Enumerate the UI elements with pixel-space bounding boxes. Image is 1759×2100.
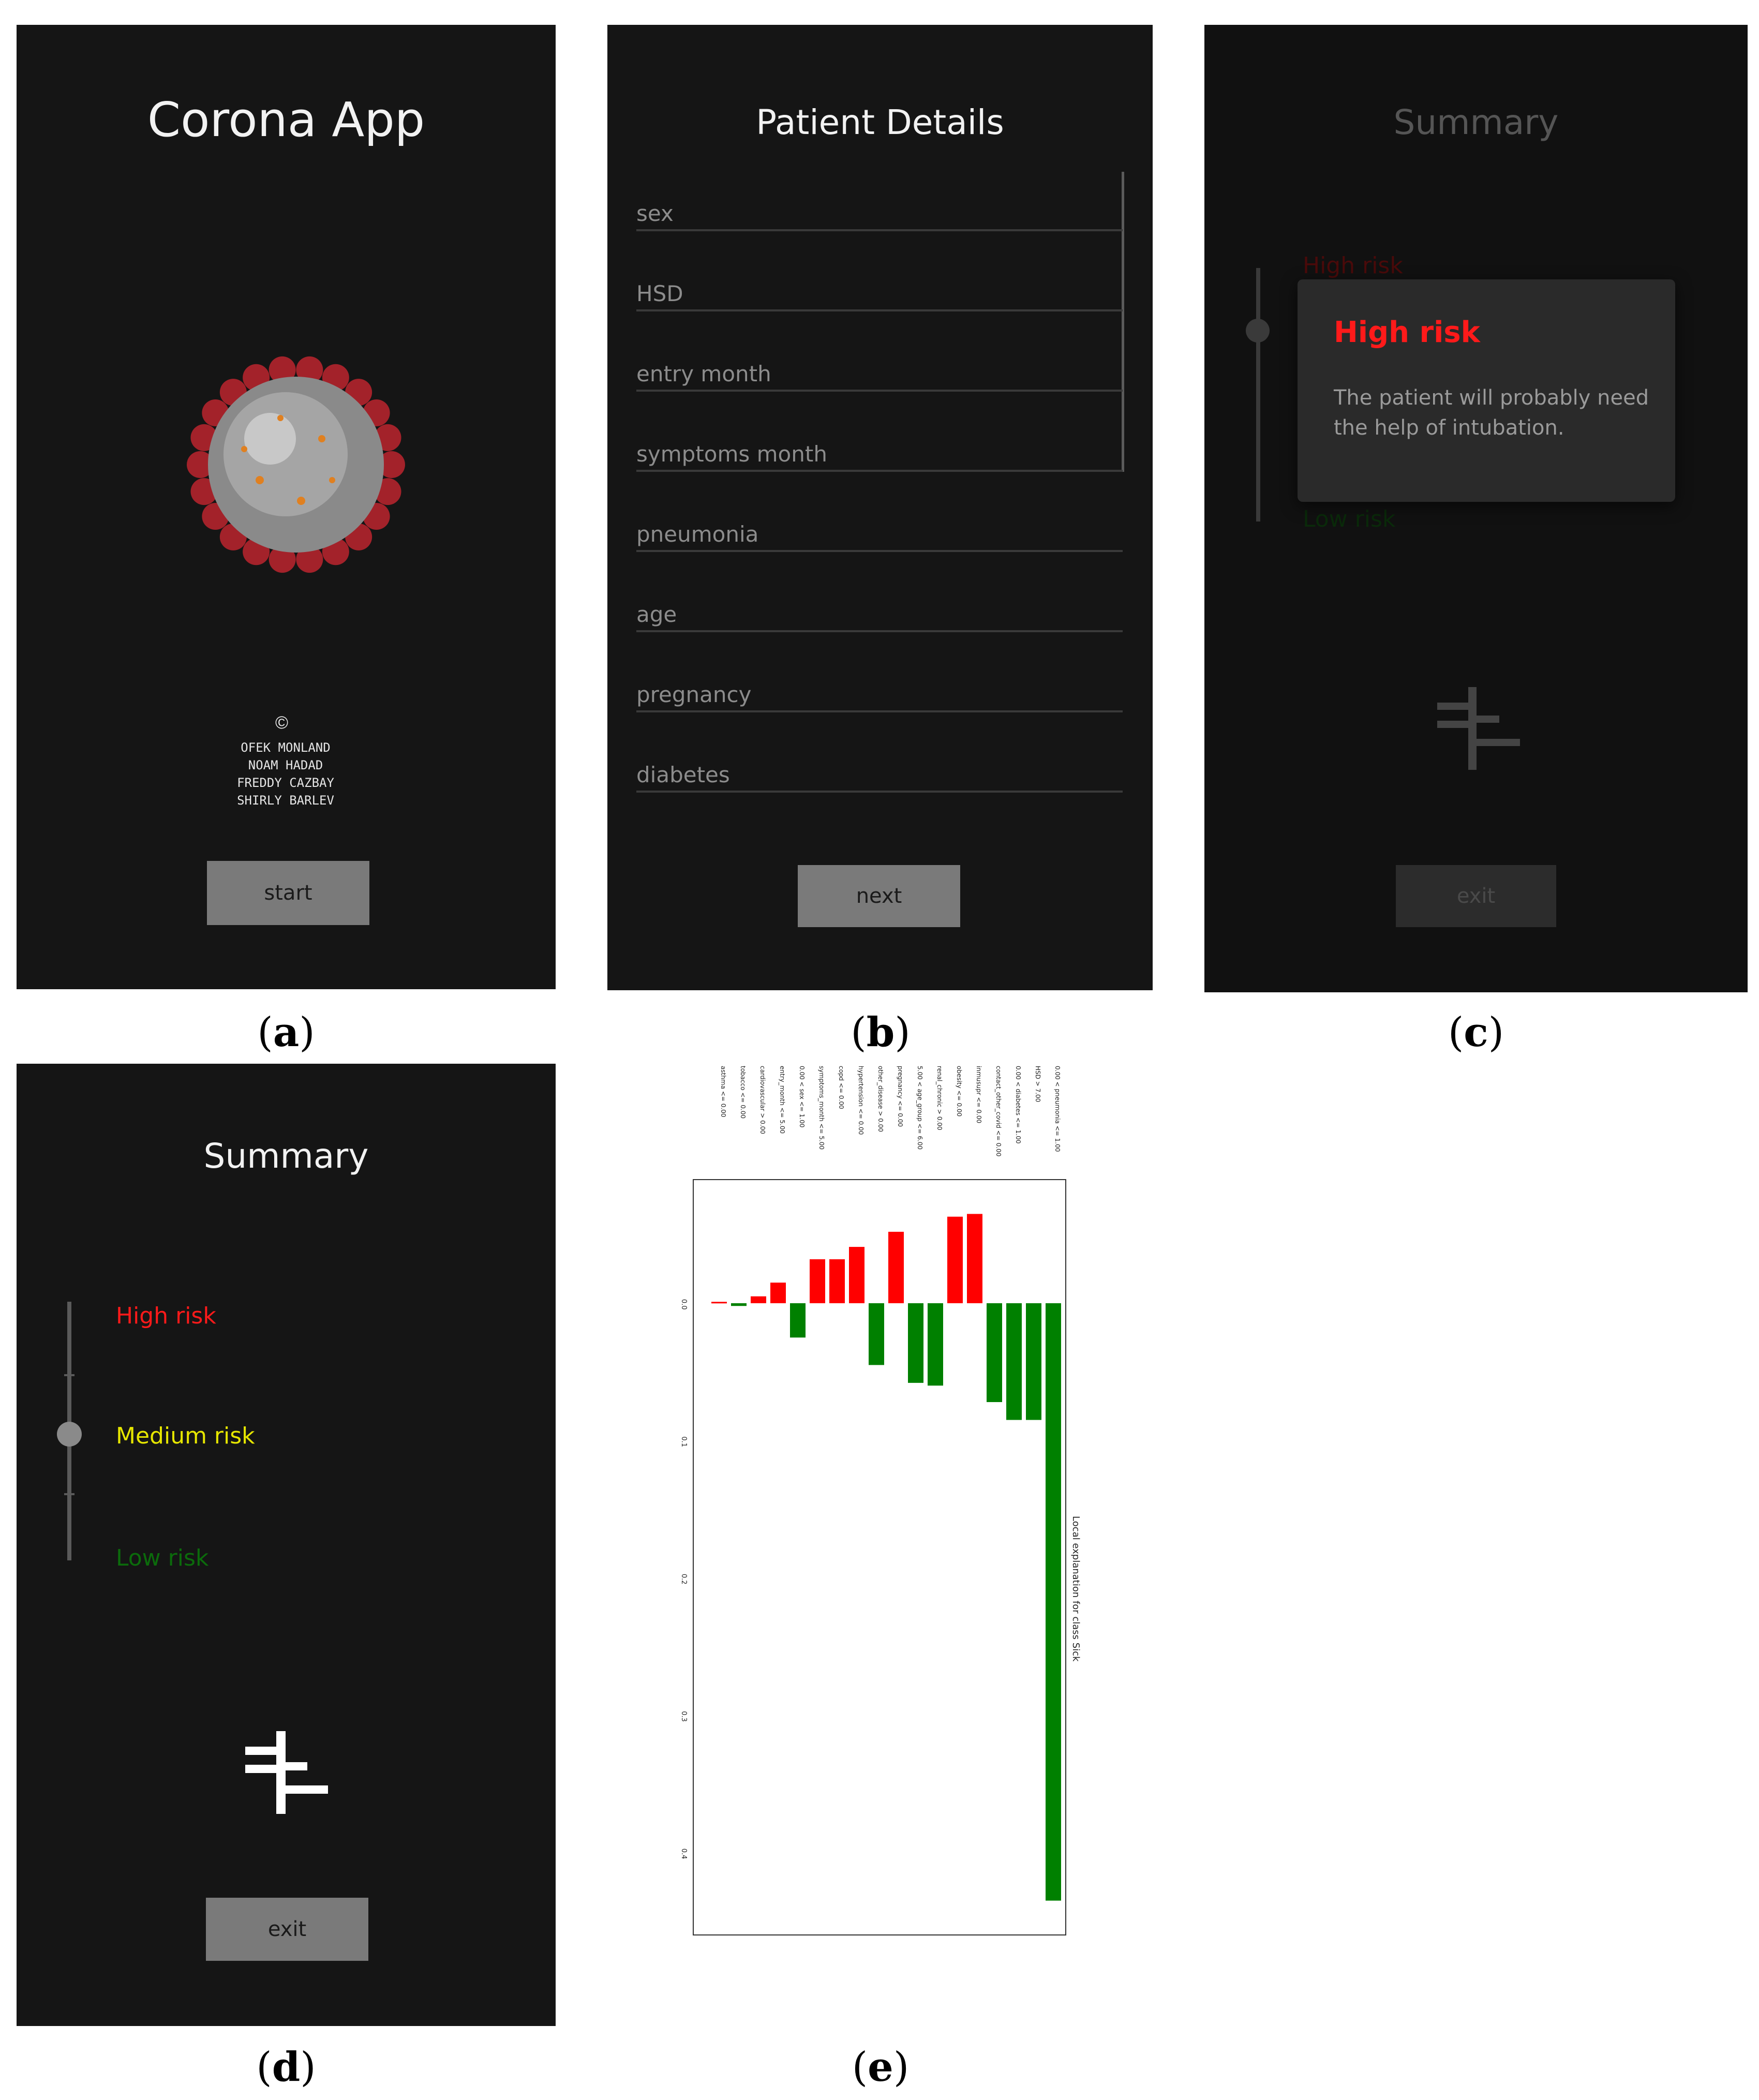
category-label: HSD > 7.00 (1034, 1066, 1041, 1102)
chart-bar (810, 1259, 825, 1303)
app-title: Corona App (147, 92, 425, 147)
category-label: hypertension <= 0.00 (857, 1066, 864, 1135)
page-title: Patient Details (756, 102, 1004, 142)
tick-label: 0.0 (680, 1299, 688, 1310)
chart-bar (987, 1303, 1002, 1403)
credit-line: OFEK MONLAND (241, 740, 331, 755)
category-label: copd <= 0.00 (838, 1066, 845, 1109)
category-label: 0.00 < diabetes <= 1.00 (1015, 1066, 1022, 1144)
tick-label: 0.4 (680, 1849, 688, 1859)
tick-label: 0.1 (680, 1436, 688, 1447)
medium-risk-label: Medium risk (116, 1423, 255, 1449)
category-label: obesity <= 0.00 (956, 1066, 963, 1116)
credits-list: OFEK MONLAND NOAM HADAD FREDDY CAZBAY SH… (192, 739, 379, 809)
caption-c: (c) (1448, 1009, 1504, 1056)
page-title: Summary (1393, 102, 1559, 142)
chart-bar (1006, 1303, 1022, 1420)
field-age[interactable]: age (636, 602, 1123, 632)
credit-line: NOAM HADAD (248, 758, 323, 772)
chart-bar (829, 1259, 845, 1303)
chart-bar (967, 1214, 982, 1303)
copyright-icon: © (275, 713, 289, 733)
exit-button[interactable]: exit (1396, 865, 1556, 927)
risk-icon (1437, 687, 1520, 772)
screen-summary: Summary High risk Medium risk Low risk e… (17, 1064, 556, 2026)
category-label: pregnancy <= 0.00 (897, 1066, 904, 1127)
category-label: cardiovascular > 0.00 (759, 1066, 766, 1134)
category-label: renal_chronic > 0.00 (936, 1066, 943, 1130)
tick-label: 0.3 (680, 1711, 688, 1722)
chart-bar (928, 1303, 943, 1386)
caption-e: (e) (852, 2044, 910, 2091)
slider-thumb[interactable] (1246, 319, 1270, 342)
category-label: entry_month <= 5.00 (779, 1066, 786, 1134)
start-button[interactable]: start (207, 861, 369, 925)
caption-b: (b) (851, 1009, 911, 1056)
slider-tick (64, 1374, 74, 1376)
field-symptoms-month[interactable]: symptoms month (636, 441, 1123, 472)
field-pregnancy[interactable]: pregnancy (636, 682, 1123, 712)
caption-d: (d) (256, 2044, 316, 2091)
y-axis-label: Local explanation for class Sick (1070, 1516, 1081, 1662)
chart-bar (869, 1303, 884, 1365)
chart-bar (731, 1303, 747, 1306)
dialog-message: The patient will probably need the help … (1334, 386, 1649, 440)
field-pneumonia[interactable]: pneumonia (636, 522, 1123, 552)
field-sex[interactable]: sex (636, 201, 1123, 231)
chart-bar (790, 1303, 806, 1338)
exit-button[interactable]: exit (206, 1898, 368, 1961)
screen-summary-dialog: Summary High risk Low risk exit High ris… (1204, 25, 1748, 992)
credit-line: FREDDY CAZBAY (237, 776, 334, 790)
chart-bar (1046, 1303, 1061, 1901)
slider-tick (64, 1493, 74, 1495)
chart-bar (849, 1247, 864, 1303)
category-label: symptoms_month <= 5.00 (818, 1066, 825, 1150)
next-button[interactable]: next (798, 865, 960, 927)
credit-line: SHIRLY BARLEV (237, 793, 334, 808)
field-diabetes[interactable]: diabetes (636, 762, 1123, 793)
chart-bar (947, 1216, 963, 1303)
chart-bar (908, 1303, 923, 1383)
chart-bar (1026, 1303, 1041, 1420)
chart-bar (888, 1231, 904, 1303)
field-entry-month[interactable]: entry month (636, 361, 1123, 392)
category-label: tobacco <= 0.00 (739, 1066, 747, 1119)
high-risk-label: High risk (116, 1303, 216, 1329)
risk-dialog: High risk The patient will probably need… (1298, 279, 1675, 502)
category-label: 5.00 < age_group <= 6.00 (916, 1066, 923, 1150)
screen-welcome: Corona App © OFEK MONLAND NOAM HADAD FRE… (17, 25, 556, 989)
category-label: 0.00 < sex <= 1.00 (798, 1066, 806, 1127)
field-hsd[interactable]: HSD (636, 281, 1123, 311)
category-label: contact_other_covid <= 0.00 (995, 1066, 1002, 1156)
category-label: asthma <= 0.00 (720, 1066, 727, 1117)
caption-a: (a) (257, 1009, 315, 1056)
local-explanation-chart: asthma <= 0.00 tobacco <= 0.00 cardiovascu… (680, 1066, 1081, 1935)
low-risk-label: Low risk (1303, 506, 1396, 532)
chart-bar (751, 1296, 766, 1303)
high-risk-label: High risk (1303, 252, 1403, 279)
risk-icon (245, 1731, 328, 1816)
chart-bar (711, 1302, 727, 1304)
category-label: inmusupr <= 0.00 (975, 1066, 982, 1123)
screen-patient-details: Patient Details sex HSD entry month symp… (607, 25, 1153, 990)
dialog-title: High risk (1334, 316, 1480, 349)
tick-label: 0.2 (680, 1574, 688, 1585)
risk-slider[interactable] (1256, 268, 1260, 522)
category-label: 0.00 < pneumonia <= 1.00 (1054, 1066, 1061, 1152)
virus-icon (187, 356, 405, 573)
page-title: Summary (203, 1136, 369, 1176)
plot-frame (693, 1179, 1066, 1935)
chart-bar (770, 1283, 786, 1303)
low-risk-label: Low risk (116, 1545, 209, 1571)
slider-thumb[interactable] (57, 1422, 82, 1447)
category-label: other_disease > 0.00 (877, 1066, 884, 1132)
